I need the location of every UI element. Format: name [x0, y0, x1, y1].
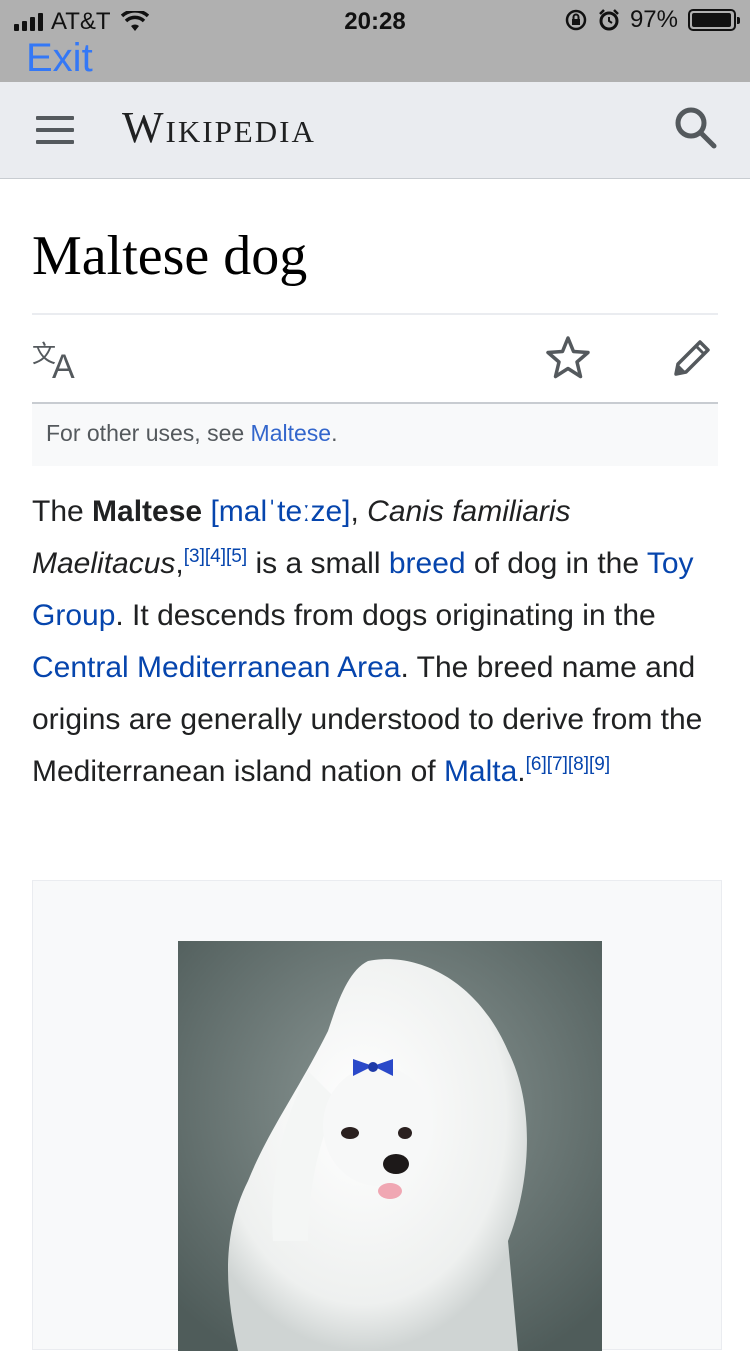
intro-paragraph: The Maltese [malˈteːze], Canis familiari…: [32, 486, 718, 798]
battery-icon: [688, 9, 740, 31]
ipa-link[interactable]: [malˈteːze]: [210, 495, 350, 528]
hatnote: For other uses, see Maltese.: [32, 404, 718, 466]
star-icon[interactable]: [544, 334, 592, 382]
wiki-header: Wikipedia: [0, 82, 750, 179]
menu-icon[interactable]: [36, 112, 76, 148]
search-icon[interactable]: [672, 104, 718, 150]
title-divider: [32, 313, 718, 315]
link-malta[interactable]: Malta: [444, 755, 517, 788]
svg-text:A: A: [52, 348, 75, 380]
alarm-icon: [599, 9, 619, 31]
status-right: 97%: [564, 6, 740, 34]
reference-links[interactable]: [6][7][8][9]: [526, 754, 611, 775]
reference-links[interactable]: [3][4][5]: [184, 546, 247, 567]
intro-text: ,: [175, 547, 184, 580]
status-bar: AT&T 20:28 97% Exit: [0, 0, 750, 82]
exit-button[interactable]: Exit: [26, 36, 93, 80]
battery-percent: 97%: [629, 6, 678, 33]
maltese-dog-photo[interactable]: [178, 941, 602, 1351]
intro-text: ,: [350, 495, 368, 528]
orientation-lock-icon: [565, 9, 587, 31]
intro-text: .: [517, 755, 526, 788]
intro-bold-term: Maltese: [92, 495, 203, 528]
intro-text: of dog in the: [465, 547, 647, 580]
intro-text: The: [32, 495, 93, 528]
link-breed[interactable]: breed: [389, 547, 466, 580]
edit-icon[interactable]: [668, 334, 716, 382]
hatnote-prefix: For other uses, see: [46, 420, 251, 446]
infobox-figure: [32, 880, 722, 1351]
language-icon[interactable]: 文 A: [32, 336, 84, 380]
hatnote-link-maltese[interactable]: Maltese: [251, 420, 332, 446]
intro-text: is a small: [247, 547, 389, 580]
page-actions: 文 A: [32, 330, 718, 402]
wikipedia-wordmark[interactable]: Wikipedia: [122, 102, 316, 153]
intro-text: . It descends from dogs originating in t…: [115, 599, 656, 632]
page-title: Maltese dog: [32, 225, 308, 287]
hatnote-suffix: .: [331, 420, 338, 446]
link-central-mediterranean-area[interactable]: Central Mediterranean Area: [32, 651, 401, 684]
